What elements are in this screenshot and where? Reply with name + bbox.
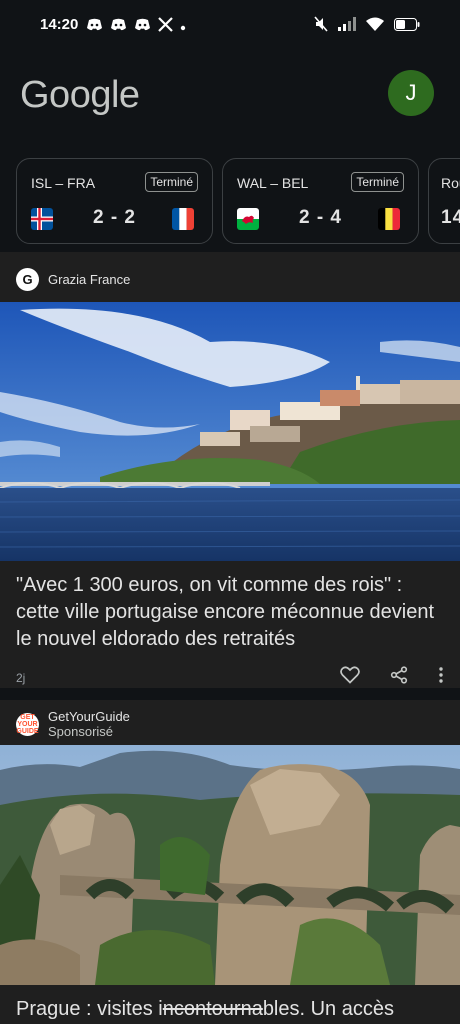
discord-icon [86,18,103,36]
status-badge: Terminé [145,172,198,192]
score-teams: WAL – BEL [237,175,309,191]
headline-part: bles. Un accès [262,998,394,1020]
scores-carousel[interactable]: ISL – FRA Terminé 2 - 2 WAL – BEL Termin… [0,152,460,252]
status-badge: Terminé [351,172,404,192]
header: Google J [0,52,460,152]
score-value: 14 [441,207,460,228]
sponsored-card[interactable]: GET YOUR GUIDE GetYourGuide Sponsorisé P… [0,700,460,1024]
sponsored-label: Sponsorisé [48,724,114,739]
x-icon [158,17,173,37]
article-image[interactable] [0,302,460,561]
source-logo: G [16,268,39,291]
belgium-flag-icon [378,208,400,230]
mute-icon [314,16,328,37]
share-icon[interactable] [390,666,408,689]
article-actions [340,666,444,689]
headline-part: Prague : visites i [16,998,163,1020]
card-divider [0,688,460,700]
getyourguide-logo: GET YOUR GUIDE [16,712,39,736]
france-flag-icon [172,208,194,230]
battery-icon [394,17,420,36]
status-bar: 14:20 [0,0,460,52]
dot-icon [180,18,186,36]
discord-icon [134,18,151,36]
score-teams: ISL – FRA [31,175,96,191]
more-options-icon[interactable] [438,666,444,689]
score-card[interactable]: ISL – FRA Terminé 2 - 2 [16,158,213,244]
score-teams: Rou [441,175,460,191]
discord-icon [110,18,127,36]
article-headline[interactable]: Prague : visites incontournables. Un acc… [16,996,436,1023]
article-age: 2j [16,670,26,685]
source-row: G Grazia France [16,268,130,291]
source-row: GET YOUR GUIDE GetYourGuide Sponsorisé [16,709,130,739]
system-icons [314,16,420,37]
score-card[interactable]: WAL – BEL Terminé 2 - 4 [222,158,419,244]
google-logo: Google [20,74,140,116]
headline-strike: ncontourna [162,998,263,1020]
article-image[interactable] [0,745,460,985]
score-card[interactable]: Rou 14 [428,158,460,244]
news-card[interactable]: G Grazia France "Avec 1 300 euros, on vi… [0,252,460,700]
source-name: Grazia France [48,272,131,287]
like-heart-icon[interactable] [340,666,360,689]
article-headline[interactable]: "Avec 1 300 euros, on vit comme des rois… [16,572,436,653]
source-name: GetYourGuide [48,709,130,724]
notification-icons [86,17,186,37]
account-avatar[interactable]: J [388,70,434,116]
article-meta: 2j [16,666,444,689]
signal-icon [338,17,356,36]
status-time: 14:20 [40,16,79,33]
wifi-icon [366,17,384,36]
